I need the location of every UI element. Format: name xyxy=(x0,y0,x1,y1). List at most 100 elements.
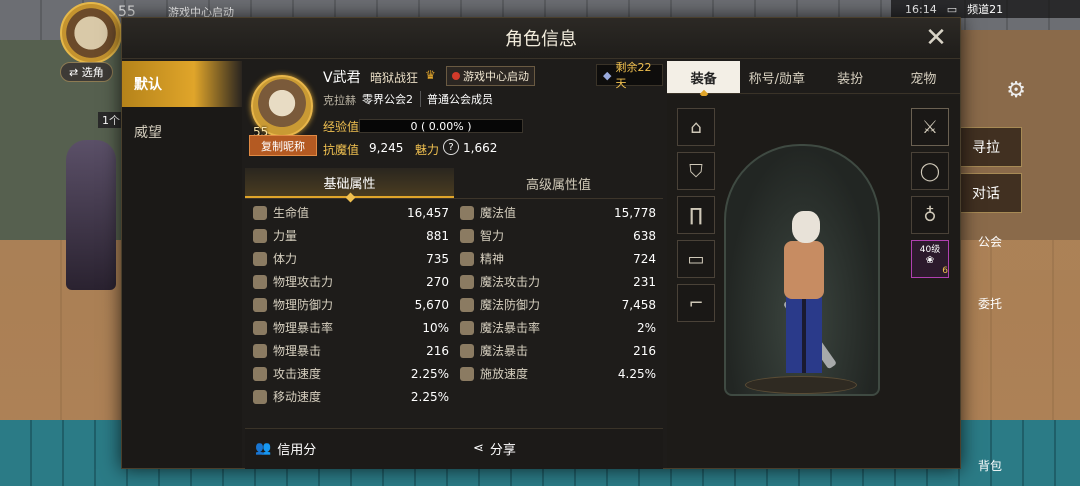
character-model xyxy=(770,211,840,381)
stat-label: 物理暴击 xyxy=(273,344,322,358)
guild-icon[interactable]: 公会 xyxy=(968,200,1012,250)
pants-slot-icon[interactable]: ∏ xyxy=(677,196,715,234)
battery-icon: ▭ xyxy=(946,2,958,16)
game-center-badge[interactable]: 游戏中心启动 xyxy=(446,66,535,86)
hud-avatar[interactable] xyxy=(60,2,122,64)
tab-basic-stats[interactable]: 基础属性 xyxy=(245,168,454,198)
share-icon: ⋖ xyxy=(473,441,484,456)
select-character-button[interactable]: ⇄ 选角 xyxy=(60,62,113,82)
stat-cell: 攻击速度 2.25% xyxy=(253,362,453,385)
stat-icon xyxy=(460,343,474,358)
stat-cell: 魔法值 15,778 xyxy=(460,201,660,224)
bracelet-slot-icon[interactable]: ◯ xyxy=(911,152,949,190)
stat-label: 物理暴击率 xyxy=(273,321,334,335)
stat-cell xyxy=(460,385,660,408)
stat-value: 216 xyxy=(426,343,449,358)
share-button[interactable]: ⋖ 分享 xyxy=(473,439,516,458)
stat-cell: 物理防御力 5,670 xyxy=(253,293,453,316)
stat-icon xyxy=(253,274,267,289)
stat-cell: 魔法暴击率 2% xyxy=(460,316,660,339)
copy-nickname-button[interactable]: 复制昵称 xyxy=(249,135,317,156)
table-row: 移动速度 2.25% xyxy=(245,385,663,408)
class-badge-icon: ♛ xyxy=(425,68,436,82)
quest-icon[interactable]: 委托 xyxy=(968,262,1012,312)
tab-advanced-stats[interactable]: 高级属性值 xyxy=(454,168,663,198)
npc-character xyxy=(66,140,116,290)
status-bar: 16:14 ▭ 频道21 xyxy=(891,0,1080,18)
stat-cell: 生命值 16,457 xyxy=(253,201,453,224)
server-name: 克拉赫 xyxy=(323,94,356,107)
charm-value: 1,662 xyxy=(463,141,498,155)
remaining-days-badge: ◆ 剩余22天 xyxy=(596,61,663,90)
stats-table: 生命值 16,457 魔法值 15,778 力量 881 智力 638 体力 735 精神 724 物理… xyxy=(245,201,663,408)
stat-label: 魔法暴击 xyxy=(480,344,529,358)
head xyxy=(792,211,820,243)
tab-avatar[interactable]: 装扮 xyxy=(814,61,887,93)
stat-label: 物理防御力 xyxy=(273,298,334,312)
table-row: 物理攻击力 270 魔法攻击力 231 xyxy=(245,270,663,293)
stat-value: 2.25% xyxy=(410,389,449,404)
stat-label: 魔法暴击率 xyxy=(480,321,541,335)
resist-label: 抗魔值 xyxy=(323,143,360,157)
tab-equipment[interactable]: 装备 xyxy=(667,61,741,93)
credit-score-button[interactable]: 👥 信用分 xyxy=(255,439,316,458)
stat-cell: 力量 881 xyxy=(253,224,453,247)
stat-icon xyxy=(460,274,474,289)
pet-level: 40级 xyxy=(919,245,941,255)
stat-label: 魔法值 xyxy=(480,206,517,220)
tab-pet[interactable]: 宠物 xyxy=(887,61,960,93)
remaining-days-label: 剩余22天 xyxy=(615,61,652,90)
stat-value: 881 xyxy=(426,228,449,243)
bag-icon[interactable]: 背包 xyxy=(968,424,1012,474)
stat-cell: 施放速度 4.25% xyxy=(460,362,660,385)
shoes-slot-icon[interactable]: ⌐ xyxy=(677,284,715,322)
stat-value: 735 xyxy=(426,251,449,266)
belt-slot-icon[interactable]: ▭ xyxy=(677,240,715,278)
tab-title-medal[interactable]: 称号/勋章 xyxy=(740,61,813,93)
stat-value: 5,670 xyxy=(414,297,449,312)
close-icon[interactable]: ✕ xyxy=(922,23,950,53)
stat-value: 231 xyxy=(633,274,656,289)
stat-cell: 魔法暴击 216 xyxy=(460,339,660,362)
stat-value: 7,458 xyxy=(621,297,656,312)
stat-label: 体力 xyxy=(273,252,298,266)
stat-cell: 物理暴击率 10% xyxy=(253,316,453,339)
charm-help-icon[interactable]: ? xyxy=(443,139,459,155)
stat-icon xyxy=(253,343,267,358)
exp-bar: 0 ( 0.00% ) xyxy=(359,119,523,133)
stat-icon xyxy=(253,205,267,220)
stat-label: 施放速度 xyxy=(480,367,529,381)
clock: 16:14 xyxy=(905,2,937,16)
stat-icon xyxy=(460,366,474,381)
stat-cell: 物理攻击力 270 xyxy=(253,270,453,293)
stat-cell: 魔法攻击力 231 xyxy=(460,270,660,293)
top-slot-icon[interactable]: ⛉ xyxy=(677,152,715,190)
stat-cell: 智力 638 xyxy=(460,224,660,247)
tab-prestige[interactable]: 威望 xyxy=(122,109,242,155)
table-row: 攻击速度 2.25% 施放速度 4.25% xyxy=(245,362,663,385)
weapon-slot-icon[interactable]: ⚔ xyxy=(911,108,949,146)
stat-label: 生命值 xyxy=(273,206,310,220)
exp-label: 经验值 xyxy=(323,120,360,134)
necklace-slot-icon[interactable]: ♁ xyxy=(911,196,949,234)
left-tab-list: 默认 威望 xyxy=(122,61,242,468)
stat-label: 魔法防御力 xyxy=(480,298,541,312)
stat-value: 4.25% xyxy=(617,366,656,381)
character-class: 暗狱战狂 xyxy=(370,71,419,85)
table-row: 力量 881 智力 638 xyxy=(245,224,663,247)
stat-value: 216 xyxy=(633,343,656,358)
stat-label: 攻击速度 xyxy=(273,367,322,381)
gear-icon[interactable]: ⚙ xyxy=(1006,78,1026,103)
stat-icon xyxy=(460,297,474,312)
character-name: V武君 xyxy=(323,70,361,86)
shoulder-slot-icon[interactable]: ⌂ xyxy=(677,108,715,146)
stat-icon xyxy=(253,251,267,266)
bottom-bar: 👥 信用分 ⋖ 分享 xyxy=(245,428,663,469)
pet-slot[interactable]: 40级 ❀ 6 xyxy=(911,240,949,278)
stat-cell: 物理暴击 216 xyxy=(253,339,453,362)
tab-default[interactable]: 默认 xyxy=(122,61,242,107)
stat-icon xyxy=(253,228,267,243)
stat-cell: 体力 735 xyxy=(253,247,453,270)
game-center-label: 游戏中心启动 xyxy=(463,70,529,83)
pet-icon: ❀ xyxy=(925,255,935,266)
